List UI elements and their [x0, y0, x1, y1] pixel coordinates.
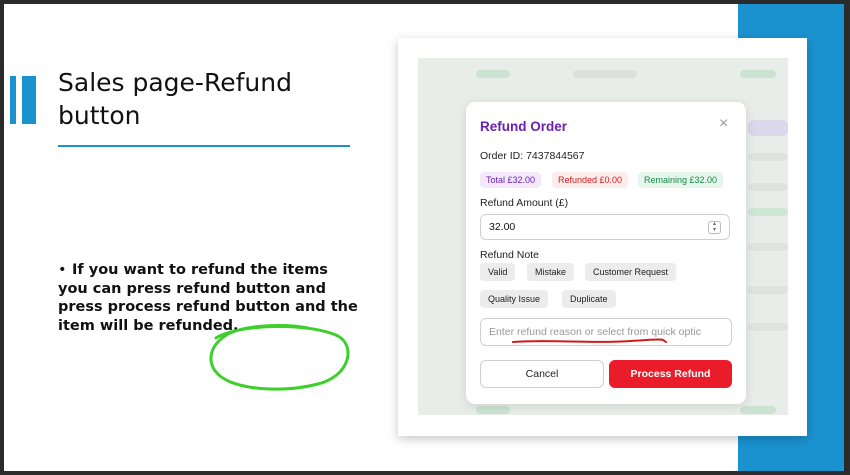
bullet-marker: • — [58, 262, 67, 278]
slide-title: Sales page-Refund button — [58, 68, 292, 130]
process-refund-button[interactable]: Process Refund — [609, 360, 732, 388]
cancel-button[interactable]: Cancel — [480, 360, 604, 388]
refund-note-label: Refund Note — [480, 249, 539, 261]
refund-amount-label: Refund Amount (£) — [480, 197, 569, 209]
stepper-down-icon[interactable]: ▾ — [713, 227, 716, 233]
order-id: Order ID: 7437844567 — [480, 150, 585, 162]
number-stepper-icon[interactable]: ▴ ▾ — [708, 221, 721, 234]
dialog-title: Refund Order — [480, 119, 568, 134]
quick-option-mistake[interactable]: Mistake — [527, 263, 575, 281]
refund-amount-value: 32.00 — [489, 221, 516, 233]
quick-option-duplicate[interactable]: Duplicate — [562, 290, 616, 308]
red-underline-annotation — [512, 338, 667, 343]
quick-option-quality-issue[interactable]: Quality Issue — [480, 290, 549, 308]
total-badge: Total £32.00 — [480, 172, 542, 188]
title-accent-bar — [10, 76, 16, 124]
embedded-screenshot: Refund Order × Order ID: 7437844567 Tota… — [418, 58, 788, 415]
close-icon[interactable]: × — [719, 116, 728, 132]
refund-amount-input[interactable]: 32.00 ▴ ▾ — [480, 214, 730, 240]
title-divider — [58, 145, 350, 147]
slide: Sales page-Refund button • If you want to… — [4, 4, 844, 471]
refund-order-dialog: Refund Order × Order ID: 7437844567 Tota… — [466, 102, 746, 404]
refunded-badge: Refunded £0.00 — [552, 172, 629, 188]
green-circle-annotation — [209, 324, 350, 391]
quick-option-customer-request[interactable]: Customer Request — [585, 263, 677, 281]
screenshot-frame: Refund Order × Order ID: 7437844567 Tota… — [398, 38, 807, 436]
quick-option-valid[interactable]: Valid — [480, 263, 516, 281]
remaining-badge: Remaining £32.00 — [638, 172, 724, 188]
title-accent-bar — [22, 76, 36, 124]
